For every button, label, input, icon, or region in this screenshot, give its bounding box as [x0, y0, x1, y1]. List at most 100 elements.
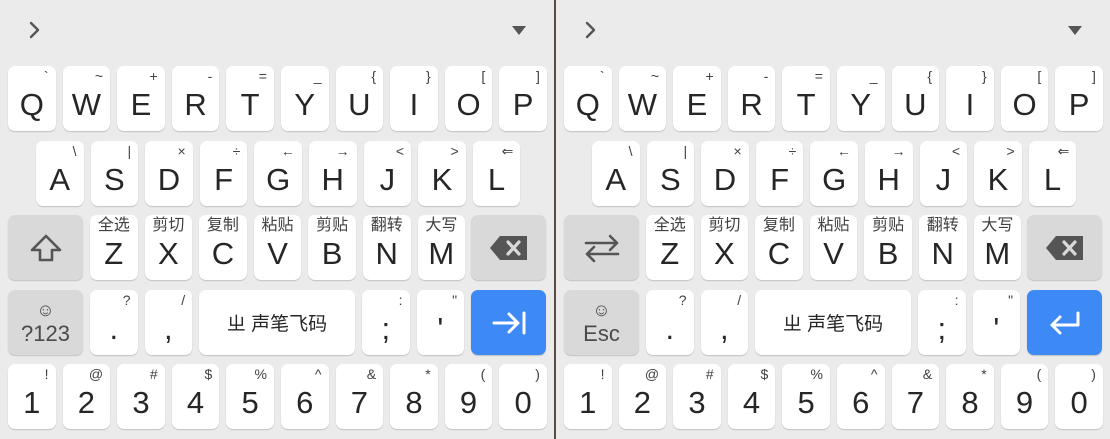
key-numbers-8[interactable]: (9 — [1000, 364, 1049, 429]
key-numbers-9[interactable]: ) 0 — [499, 364, 547, 429]
comma-key[interactable]: /, — [144, 290, 193, 355]
key-asdf-2[interactable]: × D — [145, 141, 193, 206]
key-qwerty-9[interactable]: ] P — [499, 66, 547, 131]
key-numbers-6[interactable]: & 7 — [335, 364, 384, 429]
key-asdf-3[interactable]: ÷ F — [755, 141, 804, 206]
key-numbers-1[interactable]: @2 — [62, 364, 111, 429]
key-asdf-1[interactable]: | S — [646, 141, 695, 206]
key-numbers-8[interactable]: (9 — [444, 364, 493, 429]
key-zxcv-1[interactable]: 剪切 X — [144, 215, 193, 280]
shift-key[interactable] — [8, 215, 83, 280]
space-key[interactable]: ㄓ 声笔飞码 — [755, 290, 911, 355]
semicolon-key[interactable]: :; — [362, 290, 410, 355]
key-numbers-4[interactable]: % 5 — [782, 364, 830, 429]
key-qwerty-5[interactable]: _ Y — [837, 66, 885, 131]
key-numbers-6[interactable]: & 7 — [891, 364, 940, 429]
key-qwerty-4[interactable]: = T — [226, 66, 274, 131]
key-qwerty-6[interactable]: {U — [335, 66, 384, 131]
key-asdf-7[interactable]: > K — [418, 141, 466, 206]
key-qwerty-3[interactable]: -R — [727, 66, 776, 131]
semicolon-key[interactable]: :; — [918, 290, 966, 355]
key-asdf-8[interactable]: ⇐ L — [1028, 141, 1077, 206]
key-zxcv-3[interactable]: 粘贴 V — [253, 215, 302, 280]
key-numbers-7[interactable]: * 8 — [390, 364, 438, 429]
key-asdf-5[interactable]: → H — [865, 141, 913, 206]
key-numbers-4[interactable]: % 5 — [226, 364, 274, 429]
symbol-key[interactable]: ☺ ?123 — [8, 290, 83, 355]
key-qwerty-9[interactable]: ] P — [1055, 66, 1103, 131]
key-qwerty-4[interactable]: = T — [782, 66, 830, 131]
key-secondary-label: - — [763, 68, 769, 84]
key-zxcv-5[interactable]: 翻转 N — [363, 215, 411, 280]
period-key[interactable]: ?. — [646, 290, 694, 355]
key-asdf-6[interactable]: < J — [919, 141, 968, 206]
key-zxcv-3[interactable]: 粘贴 V — [809, 215, 858, 280]
triangle-down-icon[interactable] — [512, 26, 526, 35]
key-secondary-label: 剪贴 — [316, 217, 349, 234]
key-primary-label: R — [740, 87, 763, 122]
key-qwerty-0[interactable]: ` Q — [564, 66, 612, 131]
key-asdf-3[interactable]: ÷ F — [199, 141, 248, 206]
key-zxcv-0[interactable]: 全选 Z — [646, 215, 694, 280]
keyboard-toolbar — [556, 0, 1110, 60]
key-numbers-3[interactable]: $4 — [171, 364, 220, 429]
tab-key[interactable] — [471, 290, 546, 355]
quote-key[interactable]: " ' — [972, 290, 1021, 355]
key-qwerty-2[interactable]: + E — [117, 66, 165, 131]
key-numbers-1[interactable]: @2 — [618, 364, 667, 429]
key-zxcv-6[interactable]: 大写 M — [417, 215, 466, 280]
key-zxcv-4[interactable]: 剪贴 B — [864, 215, 912, 280]
esc-key[interactable]: ☺ Esc — [564, 290, 639, 355]
key-numbers-5[interactable]: ^ 6 — [837, 364, 885, 429]
key-numbers-5[interactable]: ^ 6 — [281, 364, 329, 429]
key-asdf-6[interactable]: < J — [363, 141, 412, 206]
chevron-right-icon[interactable] — [582, 18, 600, 42]
key-qwerty-2[interactable]: + E — [673, 66, 721, 131]
key-qwerty-7[interactable]: } I — [946, 66, 994, 131]
key-numbers-3[interactable]: $4 — [727, 364, 776, 429]
key-qwerty-7[interactable]: } I — [390, 66, 438, 131]
key-secondary-label: ] — [536, 68, 540, 84]
key-zxcv-0[interactable]: 全选 Z — [90, 215, 138, 280]
comma-key[interactable]: /, — [700, 290, 749, 355]
key-asdf-4[interactable]: ← G — [810, 141, 858, 206]
key-numbers-9[interactable]: ) 0 — [1055, 364, 1103, 429]
key-qwerty-1[interactable]: ~ W — [618, 66, 667, 131]
key-numbers-0[interactable]: ! 1 — [8, 364, 56, 429]
enter-key[interactable] — [1027, 290, 1102, 355]
key-zxcv-5[interactable]: 翻转 N — [919, 215, 967, 280]
space-key[interactable]: ㄓ 声笔飞码 — [199, 290, 355, 355]
key-asdf-1[interactable]: | S — [90, 141, 139, 206]
key-zxcv-2[interactable]: 复制 C — [755, 215, 803, 280]
key-zxcv-1[interactable]: 剪切 X — [700, 215, 749, 280]
chevron-right-icon[interactable] — [26, 18, 44, 42]
key-qwerty-3[interactable]: -R — [171, 66, 220, 131]
key-qwerty-0[interactable]: ` Q — [8, 66, 56, 131]
key-qwerty-5[interactable]: _ Y — [281, 66, 329, 131]
key-qwerty-6[interactable]: {U — [891, 66, 940, 131]
key-numbers-2[interactable]: #3 — [117, 364, 165, 429]
key-secondary-label: ⇐ — [1057, 143, 1070, 159]
switch-key[interactable] — [564, 215, 639, 280]
key-zxcv-6[interactable]: 大写 M — [973, 215, 1022, 280]
key-asdf-7[interactable]: > K — [974, 141, 1022, 206]
key-numbers-2[interactable]: #3 — [673, 364, 721, 429]
key-qwerty-8[interactable]: [O — [1000, 66, 1049, 131]
key-numbers-0[interactable]: ! 1 — [564, 364, 612, 429]
key-qwerty-1[interactable]: ~ W — [62, 66, 111, 131]
quote-key[interactable]: " ' — [416, 290, 465, 355]
backspace-key[interactable] — [471, 215, 546, 280]
key-asdf-0[interactable]: \ A — [592, 141, 640, 206]
backspace-key[interactable] — [1027, 215, 1102, 280]
key-asdf-8[interactable]: ⇐ L — [472, 141, 521, 206]
key-qwerty-8[interactable]: [O — [444, 66, 493, 131]
period-key[interactable]: ?. — [90, 290, 138, 355]
key-asdf-0[interactable]: \ A — [36, 141, 84, 206]
triangle-down-icon[interactable] — [1068, 26, 1082, 35]
key-zxcv-2[interactable]: 复制 C — [199, 215, 247, 280]
key-asdf-2[interactable]: × D — [701, 141, 749, 206]
key-asdf-4[interactable]: ← G — [254, 141, 302, 206]
key-numbers-7[interactable]: * 8 — [946, 364, 994, 429]
key-zxcv-4[interactable]: 剪贴 B — [308, 215, 356, 280]
key-asdf-5[interactable]: → H — [309, 141, 357, 206]
